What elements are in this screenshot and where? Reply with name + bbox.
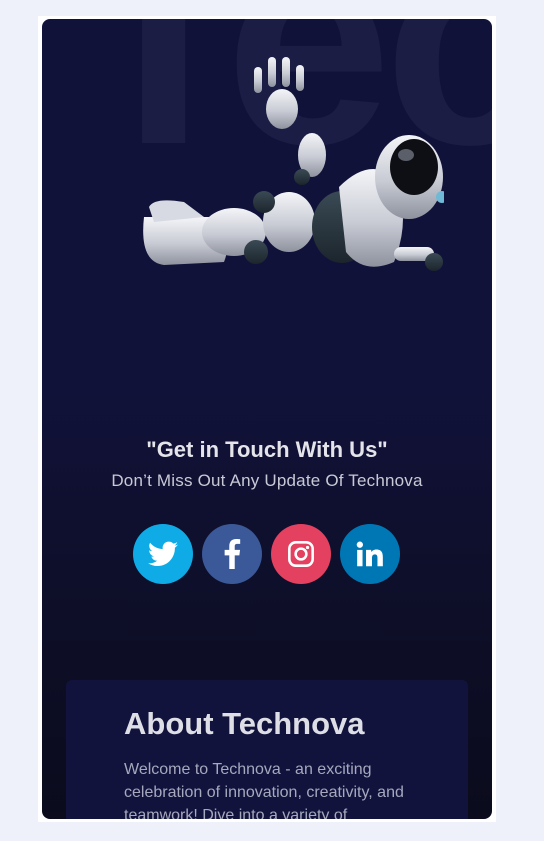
page-headline: "Get in Touch With Us" bbox=[146, 437, 388, 462]
twitter-button[interactable] bbox=[133, 524, 193, 584]
contact-card: Tec "Get in Touch With Us" Don’t Miss Ou… bbox=[42, 19, 492, 819]
about-section: About Technova Welcome to Technova - an … bbox=[66, 680, 468, 819]
about-title: About Technova bbox=[124, 706, 365, 741]
robot-illustration bbox=[143, 57, 444, 271]
linkedin-button[interactable] bbox=[340, 524, 400, 584]
social-links bbox=[133, 524, 400, 584]
page-subheadline: Don’t Miss Out Any Update Of Technova bbox=[111, 471, 423, 490]
facebook-button[interactable] bbox=[202, 524, 262, 584]
twitter-icon bbox=[148, 541, 178, 566]
instagram-button[interactable] bbox=[271, 524, 331, 584]
instagram-icon bbox=[288, 541, 314, 567]
about-text: Welcome to Technova - an exciting celebr… bbox=[124, 761, 404, 819]
facebook-icon bbox=[224, 539, 241, 569]
linkedin-icon bbox=[356, 541, 383, 567]
